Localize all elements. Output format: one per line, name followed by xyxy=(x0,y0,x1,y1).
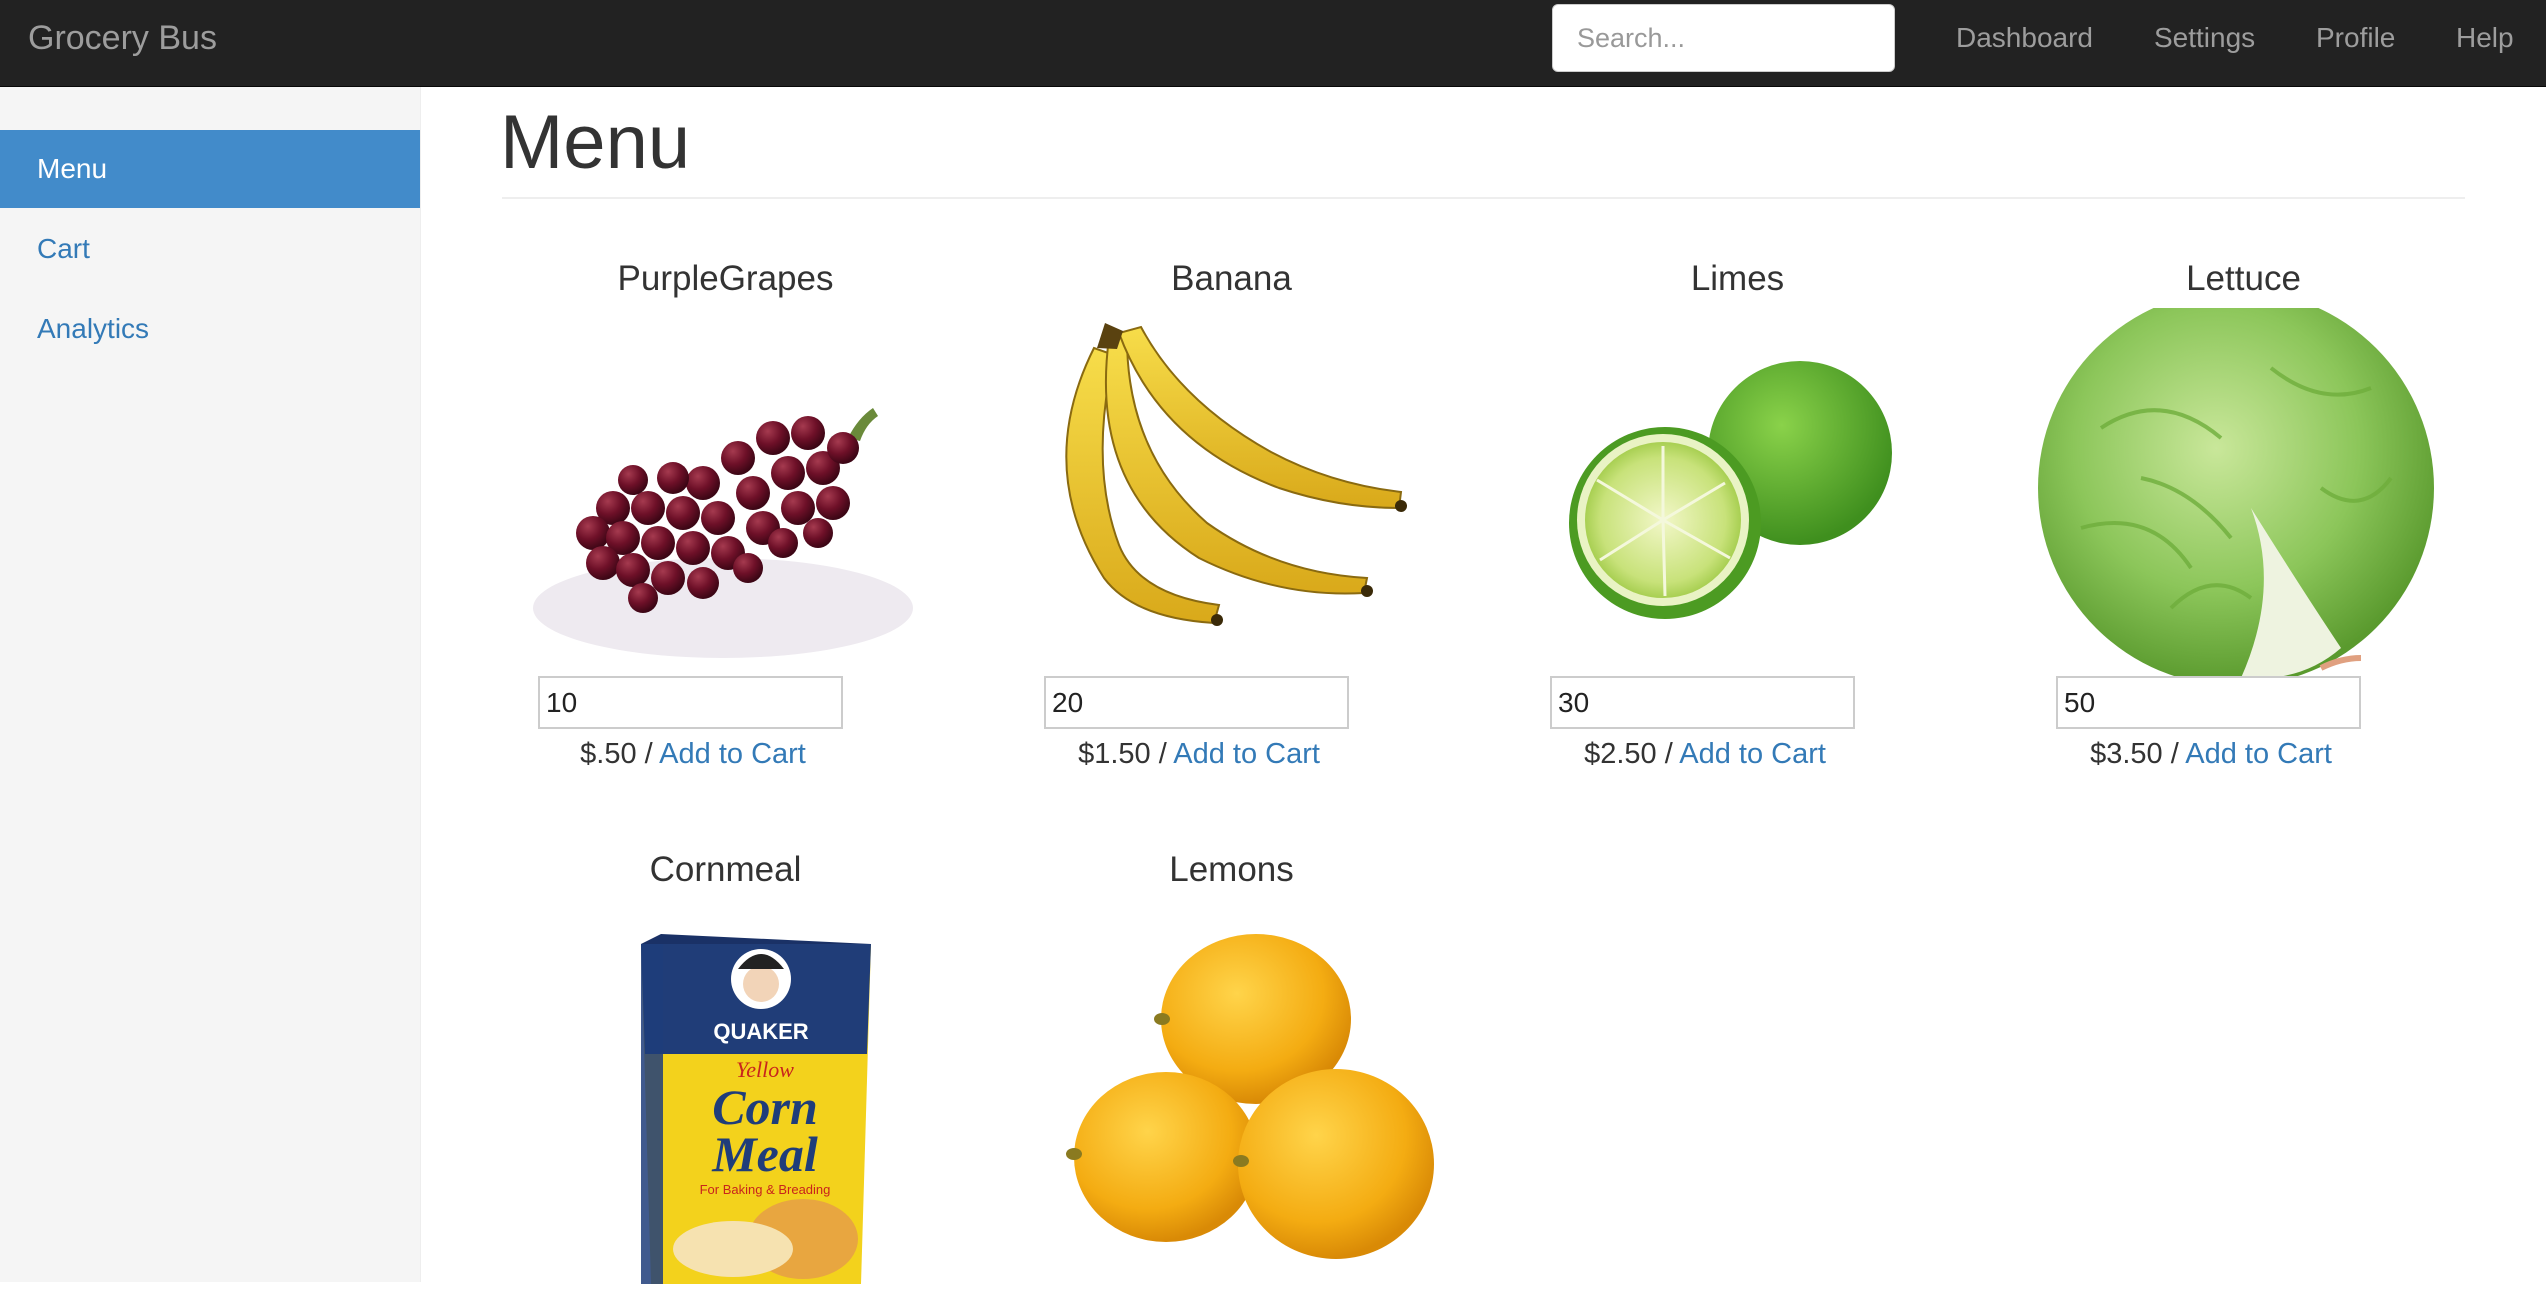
purple-grapes-image xyxy=(533,408,913,658)
price: $3.50 xyxy=(2090,738,2163,770)
price: $.50 xyxy=(580,738,637,770)
price-line: $.50 / Add to Cart xyxy=(473,736,913,772)
price-separator: / xyxy=(636,738,660,770)
sidebar-item-cart[interactable]: Cart xyxy=(0,210,420,288)
box-meal-text: Meal xyxy=(711,1126,818,1182)
product-name: Cornmeal xyxy=(649,850,802,889)
limes-image xyxy=(1569,361,1892,619)
product-name: Lettuce xyxy=(2186,259,2301,298)
top-navbar: Grocery Bus Dashboard Settings Profile H… xyxy=(0,0,2546,87)
lettuce-image xyxy=(2038,308,2434,678)
quantity-input[interactable] xyxy=(2056,676,2361,729)
add-to-cart-link[interactable]: Add to Cart xyxy=(2185,738,2332,770)
product-name: Lemons xyxy=(1169,850,1294,889)
product-name: Banana xyxy=(1171,259,1292,298)
price-line: $3.50 / Add to Cart xyxy=(1991,736,2431,772)
nav-help[interactable]: Help xyxy=(2456,20,2514,56)
product-card-cornmeal: Cornmeal QUAKER Yellow Corn Meal For Bak… xyxy=(473,849,978,1284)
price-line: $2.50 / Add to Cart xyxy=(1485,736,1925,772)
nav-dashboard[interactable]: Dashboard xyxy=(1956,20,2093,56)
add-to-cart-link[interactable]: Add to Cart xyxy=(1679,738,1826,770)
page-title: Menu xyxy=(500,100,691,185)
brand-logo[interactable]: Grocery Bus xyxy=(28,18,217,58)
nav-settings[interactable]: Settings xyxy=(2154,20,2255,56)
quantity-input[interactable] xyxy=(538,676,843,729)
price-separator: / xyxy=(1656,738,1680,770)
sidebar-item-analytics[interactable]: Analytics xyxy=(0,290,420,368)
sidebar-item-menu[interactable]: Menu xyxy=(0,130,420,208)
price-separator: / xyxy=(1150,738,1174,770)
box-tagline-text: For Baking & Breading xyxy=(700,1182,831,1197)
product-card-lemons: Lemons xyxy=(979,849,1484,1282)
box-brand-text: QUAKER xyxy=(713,1019,808,1044)
price-line: $1.50 / Add to Cart xyxy=(979,736,1419,772)
price: $1.50 xyxy=(1078,738,1151,770)
quantity-input[interactable] xyxy=(1550,676,1855,729)
product-card-purplegrapes: PurpleGrapes $.50 / Add to Cart xyxy=(473,258,978,798)
product-name: Limes xyxy=(1690,259,1785,298)
price: $2.50 xyxy=(1584,738,1657,770)
product-name: PurpleGrapes xyxy=(617,259,834,298)
product-card-lettuce: Lettuce $3.50 / Add to Cart xyxy=(1991,258,2496,798)
quantity-input[interactable] xyxy=(1044,676,1349,729)
title-divider xyxy=(502,197,2465,199)
lemons-image xyxy=(1066,934,1434,1259)
add-to-cart-link[interactable]: Add to Cart xyxy=(659,738,806,770)
banana-image xyxy=(1065,323,1407,626)
nav-profile[interactable]: Profile xyxy=(2316,20,2395,56)
search-input[interactable] xyxy=(1552,4,1895,72)
cornmeal-box-image: QUAKER Yellow Corn Meal For Baking & Bre… xyxy=(641,934,871,1284)
product-card-banana: Banana $1.50 / Add to Cart xyxy=(979,258,1484,798)
product-card-limes: Limes $2.50 / Add to Cart xyxy=(1485,258,1990,798)
price-separator: / xyxy=(2162,738,2186,770)
add-to-cart-link[interactable]: Add to Cart xyxy=(1173,738,1320,770)
sidebar: Menu Cart Analytics xyxy=(0,87,421,1282)
